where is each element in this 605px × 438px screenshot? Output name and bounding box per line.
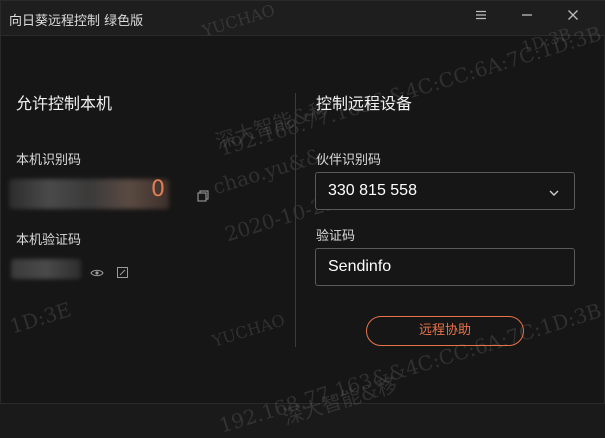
eye-icon[interactable] <box>90 263 104 277</box>
minimize-icon[interactable] <box>518 8 536 26</box>
partner-id-dropdown[interactable]: 330 815 558 <box>315 172 575 210</box>
partner-id-value[interactable]: 330 815 558 <box>328 182 417 200</box>
watermark: 深大智能&移 <box>280 372 401 430</box>
remote-code-label: 验证码 <box>316 229 356 244</box>
window-title: 向日葵远程控制 绿色版 <box>9 14 144 29</box>
remote-code-input[interactable]: Sendinfo <box>315 248 575 286</box>
chevron-down-icon[interactable] <box>548 184 560 196</box>
menu-icon[interactable] <box>472 8 490 26</box>
copy-icon[interactable] <box>197 187 209 202</box>
partner-id-label: 伙伴识别码 <box>316 153 382 168</box>
app-window: 向日葵远程控制 绿色版 YUCHAO 1D:3B 192.168.77.163&… <box>0 0 605 438</box>
close-icon[interactable] <box>564 8 582 26</box>
local-id-value-redacted <box>9 179 169 209</box>
watermark: 1D:3E <box>6 297 74 339</box>
title-bar[interactable]: 向日葵远程控制 绿色版 <box>1 1 605 36</box>
local-code-value-redacted <box>11 259 81 279</box>
remote-control-heading: 控制远程设备 <box>316 94 413 113</box>
remote-assist-button[interactable]: 远程协助 <box>366 316 524 346</box>
remote-code-value[interactable]: Sendinfo <box>328 258 391 276</box>
watermark: chao.yu&& <box>209 142 326 200</box>
local-id-label: 本机识别码 <box>16 153 82 168</box>
watermark: YUCHAO <box>209 310 288 351</box>
pane-divider <box>295 93 296 347</box>
edit-icon[interactable] <box>117 263 128 278</box>
local-id-visible-fragment: 0 <box>151 177 165 202</box>
local-code-label: 本机验证码 <box>16 233 82 248</box>
watermark: 深大智能&移 <box>212 96 333 154</box>
allow-control-heading: 允许控制本机 <box>16 94 113 113</box>
